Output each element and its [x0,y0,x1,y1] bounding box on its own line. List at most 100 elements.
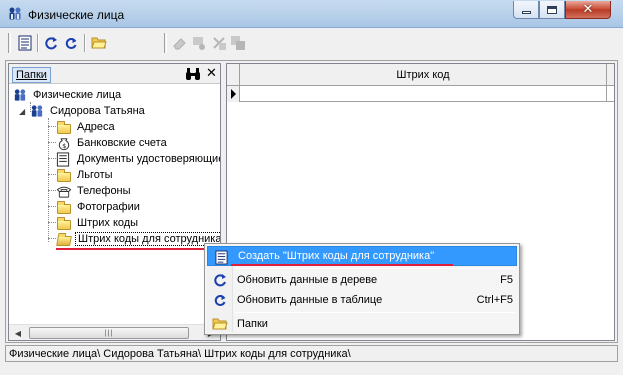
tree-item-label: Штрих коды [77,217,139,229]
toolbar-copy-button[interactable] [229,34,247,52]
tree-item-label: Документы удостоверяющие [77,153,220,165]
tree-item[interactable]: Льготы [56,167,115,183]
tree-person-label: Сидорова Татьяна [50,105,145,117]
grid-corner[interactable] [227,64,240,86]
close-icon: ✕ [582,2,594,17]
context-menu: Создать "Штрих коды для сотрудника" Обно… [204,243,520,335]
toolbar-refresh-button[interactable] [62,34,80,52]
tree-item[interactable]: $ Банковские счета [56,135,169,151]
window-bottom-border [0,366,623,375]
copy-icon [231,36,245,50]
grid-column-header[interactable]: Штрих код [240,64,607,86]
status-path: Физические лица\ Сидорова Татьяна\ Штрих… [9,347,351,360]
menu-item-label: Папки [237,318,268,330]
people-icon [29,104,45,119]
tree-connector [48,174,56,175]
folder-icon [56,200,72,215]
tree-item-selected[interactable]: Штрих коды для сотрудника [56,231,220,247]
eraser-icon [173,38,186,50]
grid-new-row[interactable] [227,86,614,102]
toolbar-delete-button[interactable] [210,34,228,52]
move-icon [193,37,205,50]
tree-item-label: Адреса [77,121,115,133]
tab-folders[interactable]: Папки [12,67,51,83]
binoculars-icon[interactable] [185,67,201,81]
tree-connector [48,118,49,242]
close-icon[interactable]: ✕ [206,66,217,81]
refresh-icon [65,38,77,49]
toolbar-grip[interactable] [8,33,11,53]
folder-open-icon [212,316,228,332]
status-bar: Физические лица\ Сидорова Татьяна\ Штрих… [5,345,618,362]
menu-item-create[interactable]: Создать "Штрих коды для сотрудника" [207,246,517,266]
tree-item[interactable]: Телефоны [56,183,133,199]
folder-tree: Физические лица ◢ Сидорова Татьяна Адрес… [9,86,220,324]
folder-open-icon [56,232,72,247]
tree-item-label: Льготы [77,169,113,181]
phone-icon [56,184,72,199]
maximize-icon [547,5,557,14]
people-icon [7,6,23,22]
close-window-button[interactable]: ✕ [565,1,611,19]
tree-connector [48,206,56,207]
grid-cell[interactable] [240,86,607,102]
toolbar-create-button[interactable] [16,34,34,52]
window-title: Физические лица [28,8,125,22]
grid-header: Штрих код [227,64,614,86]
toolbar-folders-button[interactable] [90,34,108,52]
title-bar[interactable]: Физические лица ✕ [0,0,623,28]
menu-item-refresh-table[interactable]: Обновить данные в таблице Ctrl+F5 [207,290,517,310]
tree-connector [48,190,56,191]
tree-item[interactable]: Адреса [56,119,117,135]
folder-icon [56,168,72,183]
tree-person[interactable]: ◢ Сидорова Татьяна [19,103,147,119]
document-icon [18,35,32,51]
tree-connector [48,222,56,223]
minimize-button[interactable] [513,1,539,19]
refresh-tree-icon [212,272,228,288]
toolbar-separator [37,34,39,52]
menu-separator [235,268,515,269]
tree-item-label: Штрих коды для сотрудника [75,232,220,246]
delete-icon [213,37,226,50]
folder-icon [56,120,72,135]
row-indicator-icon [227,86,240,102]
folders-pane-header: Папки ✕ [9,64,220,84]
people-icon [12,88,28,103]
maximize-button[interactable] [539,1,565,19]
menu-item-refresh-tree[interactable]: Обновить данные в дереве F5 [207,270,517,290]
menu-separator [235,312,515,313]
tree-connector [48,238,56,239]
menu-item-shortcut: Ctrl+F5 [476,294,513,306]
refresh-icon [212,292,228,308]
tree-item-label: Телефоны [77,185,131,197]
tree-item-label: Фотографии [77,201,140,213]
menu-item-label: Обновить данные в дереве [237,274,378,286]
tree-item[interactable]: Документы удостоверяющие [56,151,220,167]
menu-item-label: Обновить данные в таблице [237,294,383,306]
document-icon [56,151,72,167]
tree-item-label: Банковские счета [77,137,167,149]
tree-item[interactable]: Штрих коды [56,215,140,231]
tree-connector [48,158,56,159]
toolbar-refresh-tree-button[interactable] [42,34,60,52]
toolbar-grip[interactable] [164,33,167,53]
toolbar-eraser-button[interactable] [171,34,189,52]
tree-item[interactable]: Фотографии [56,199,142,215]
menu-item-shortcut: F5 [500,274,513,286]
toolbar [6,30,617,56]
refresh-tree-icon [45,37,57,50]
menu-item-label: Создать "Штрих коды для сотрудника" [238,250,435,262]
scroll-left-icon[interactable]: ◀ [10,326,26,340]
toolbar-separator [84,34,86,52]
toolbar-move-button[interactable] [190,34,208,52]
app-window: Физические лица ✕ Папки ✕ Физические лиц… [0,0,623,375]
menu-item-folders[interactable]: Папки [207,314,517,334]
tree-root[interactable]: Физические лица [12,87,123,103]
money-bag-icon: $ [56,136,72,151]
collapse-triangle-icon[interactable]: ◢ [19,107,27,116]
scrollbar-thumb[interactable]: ||| [29,327,189,339]
folders-pane: Папки ✕ Физические лица ◢ Сидорова Татья… [8,63,221,341]
tree-horizontal-scrollbar[interactable]: ◀ ||| ▶ [9,324,220,340]
tree-connector [48,126,56,127]
